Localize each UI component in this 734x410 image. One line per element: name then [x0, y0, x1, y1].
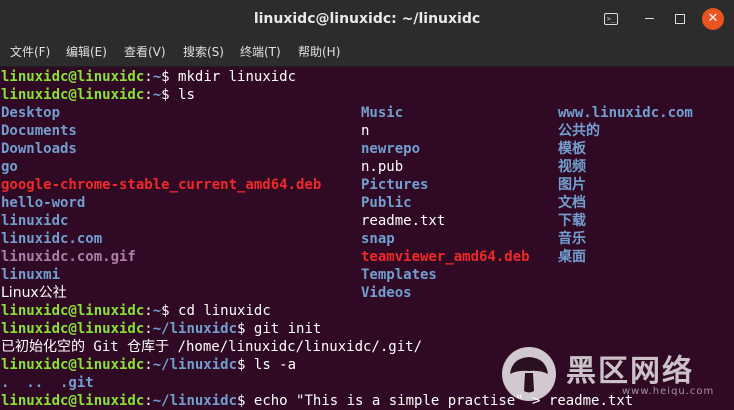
- ls-entry: 图片: [558, 177, 586, 193]
- ls-entry: Templates: [361, 267, 437, 283]
- ls-entry: linuxidc: [1, 213, 69, 229]
- prompt-line: linuxidc@linuxidc:~/linuxidc$ ls -a: [1, 356, 296, 374]
- ls-entry: go: [1, 159, 18, 175]
- ls-entry: 音乐: [558, 231, 586, 247]
- command-text: $ ls -a: [237, 357, 297, 373]
- ls-entry: Music: [361, 105, 404, 121]
- ls-entry: 公共的: [558, 123, 600, 139]
- output-line: 已初始化空的 Git 仓库于 /home/linuxidc/linuxidc/.…: [1, 339, 423, 355]
- watermark-url: www.heiqu.com: [622, 386, 715, 397]
- watermark: 黑区网络 www.heiqu.com: [500, 344, 730, 404]
- ls-entry: linuxidc.com.gif: [1, 249, 136, 265]
- terminal-window: linuxidc@linuxidc: ~/linuxidc >_ ✕ 文件(F)…: [0, 0, 734, 410]
- menu-terminal[interactable]: 终端(T): [240, 38, 281, 66]
- prompt-path: ~/linuxidc: [152, 357, 238, 373]
- ls-entry: Pictures: [361, 177, 429, 193]
- menu-view[interactable]: 查看(V): [124, 38, 166, 66]
- ls-entry: 模板: [558, 141, 586, 157]
- prompt-path: ~/linuxidc: [152, 321, 238, 337]
- prompt-separator: :: [144, 357, 153, 373]
- terminal-icon[interactable]: >_: [600, 8, 622, 30]
- command-text: $ mkdir linuxidc: [161, 69, 297, 85]
- prompt-line: linuxidc@linuxidc:~$ ls: [1, 86, 195, 104]
- command-text: $ cd linuxidc: [161, 303, 271, 319]
- title-bar[interactable]: linuxidc@linuxidc: ~/linuxidc >_ ✕: [0, 0, 734, 38]
- prompt-separator: :: [144, 393, 153, 409]
- ls-entry: 下载: [558, 213, 586, 229]
- ls-entry: 文档: [558, 195, 586, 211]
- prompt-user: linuxidc@linuxidc: [1, 357, 145, 373]
- mushroom-logo-icon: [502, 347, 556, 401]
- minimize-icon[interactable]: [638, 8, 660, 30]
- menu-search[interactable]: 搜索(S): [183, 38, 224, 66]
- prompt-path: ~: [152, 69, 162, 85]
- ls-entry: n.pub: [361, 159, 404, 175]
- ls-entry: hello-word: [1, 195, 86, 211]
- menu-file[interactable]: 文件(F): [10, 38, 50, 66]
- window-title: linuxidc@linuxidc: ~/linuxidc: [253, 11, 481, 27]
- ls-entry: linuxidc.com: [1, 231, 103, 247]
- menu-help[interactable]: 帮助(H): [298, 38, 340, 66]
- ls-entry: Downloads: [1, 141, 77, 157]
- ls-entry: Linux公社: [1, 285, 67, 301]
- command-text: $ git init: [237, 321, 322, 337]
- prompt-path: ~: [152, 87, 162, 103]
- maximize-icon[interactable]: [669, 8, 691, 30]
- ls-entry: 视频: [558, 159, 586, 175]
- prompt-separator: :: [144, 69, 153, 85]
- prompt-path: ~: [152, 303, 162, 319]
- ls-entry: Documents: [1, 123, 77, 139]
- close-icon[interactable]: ✕: [702, 8, 724, 30]
- ls-entry: www.linuxidc.com: [558, 105, 693, 121]
- ls-entry: teamviewer_amd64.deb: [361, 249, 530, 265]
- prompt-user: linuxidc@linuxidc: [1, 87, 145, 103]
- ls-entry: linuxmi: [1, 267, 61, 283]
- prompt-path: ~/linuxidc: [152, 393, 238, 409]
- prompt-user: linuxidc@linuxidc: [1, 303, 145, 319]
- watermark-text: 黑区网络: [566, 354, 694, 389]
- prompt-user: linuxidc@linuxidc: [1, 321, 145, 337]
- menu-edit[interactable]: 编辑(E): [66, 38, 107, 66]
- prompt-user: linuxidc@linuxidc: [1, 69, 145, 85]
- command-text: $ ls: [161, 87, 195, 103]
- prompt-separator: :: [144, 321, 153, 337]
- ls-entry: Desktop: [1, 105, 61, 121]
- ls-entry: n: [361, 123, 370, 139]
- prompt-separator: :: [144, 87, 153, 103]
- ls-entry: 桌面: [558, 249, 586, 265]
- prompt-line: linuxidc@linuxidc:~/linuxidc$ git init: [1, 320, 321, 338]
- prompt-user: linuxidc@linuxidc: [1, 393, 145, 409]
- prompt-separator: :: [144, 303, 153, 319]
- menu-bar: 文件(F) 编辑(E) 查看(V) 搜索(S) 终端(T) 帮助(H): [0, 38, 734, 67]
- ls-entry: readme.txt: [361, 213, 446, 229]
- ls-entry: Videos: [361, 285, 412, 301]
- prompt-line: linuxidc@linuxidc:~$ mkdir linuxidc: [1, 68, 296, 86]
- ls-entry: google-chrome-stable_current_amd64.deb: [1, 177, 322, 193]
- ls-entry: newrepo: [361, 141, 421, 157]
- ls-entry: Public: [361, 195, 412, 211]
- prompt-line: linuxidc@linuxidc:~$ cd linuxidc: [1, 302, 271, 320]
- ls-entry: snap: [361, 231, 395, 247]
- output-line: . .. .git: [1, 375, 94, 391]
